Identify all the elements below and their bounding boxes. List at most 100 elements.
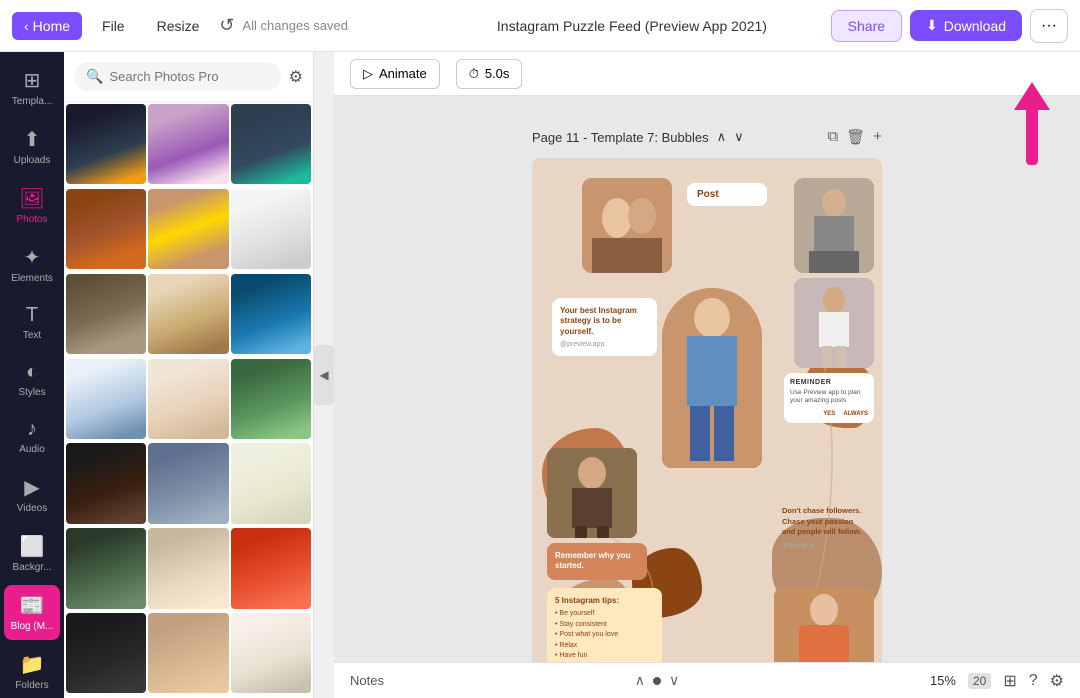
sidebar-item-audio[interactable]: ♪ Audio [4, 410, 60, 463]
photo-panel: 🔍 ⚙ [64, 52, 314, 698]
quote-text: Your best Instagram strategy is to be yo… [560, 306, 649, 337]
chevron-up-nav-icon[interactable]: ∧ [635, 672, 645, 689]
template-inner: Dream Create Post [532, 158, 882, 662]
photo-thumb[interactable] [66, 528, 146, 608]
sidebar-item-folders[interactable]: 📁 Folders [4, 644, 60, 698]
photo-thumb[interactable] [231, 613, 311, 693]
animate-button[interactable]: ▷ Animate [350, 59, 440, 89]
photo-thumb[interactable] [66, 189, 146, 269]
file-button[interactable]: File [90, 12, 137, 40]
dont-chase-card: Don't chase followers. Chase your passio… [774, 498, 874, 557]
notes-bar: Notes ∧ ∨ 15% 20 ⊞ ? ⚙ [334, 662, 1080, 698]
sidebar-item-label: Photos [16, 214, 47, 225]
photo-thumb[interactable] [66, 359, 146, 439]
sidebar-item-label: Videos [17, 503, 47, 514]
template-photo-couple[interactable] [582, 178, 672, 273]
settings-icon[interactable]: ⚙ [1050, 671, 1064, 691]
dont-chase-handle: @design.ai [782, 542, 866, 549]
sidebar-item-label: Styles [18, 387, 45, 398]
photo-thumb[interactable] [148, 274, 228, 354]
share-button[interactable]: Share [831, 10, 902, 42]
undo-button[interactable]: ↺ [219, 15, 234, 36]
photo-grid [64, 102, 313, 698]
chevron-left-icon: ‹ [24, 18, 29, 34]
notes-navigation: ∧ ∨ [635, 672, 680, 689]
add-page-icon[interactable]: + [873, 128, 882, 146]
audio-icon: ♪ [27, 418, 37, 441]
template-photo-woman-floral[interactable] [774, 588, 874, 662]
more-options-button[interactable]: ··· [1030, 9, 1068, 43]
sidebar-item-label: Audio [19, 444, 45, 455]
sidebar-item-photos[interactable]: 🖼 Photos [4, 178, 60, 233]
template-photo-woman-jeans[interactable] [662, 288, 762, 468]
delete-page-icon[interactable]: 🗑 [846, 128, 865, 146]
notes-page-indicator [653, 677, 661, 685]
template-photo-woman-laptop[interactable] [794, 178, 874, 273]
template-card-11[interactable]: Dream Create Post [532, 158, 882, 662]
reminder-title: REMINDER [790, 379, 868, 386]
time-button[interactable]: ⏱ 5.0s [456, 59, 523, 89]
yes-button[interactable]: YES [823, 411, 835, 417]
grid-view-icon[interactable]: ⊞ [1003, 671, 1016, 691]
sidebar-item-videos[interactable]: ▶ Videos [4, 467, 60, 522]
photo-thumb[interactable] [231, 359, 311, 439]
chevron-down-icon[interactable]: ∨ [734, 129, 744, 145]
photo-thumb[interactable] [231, 274, 311, 354]
template-photo-man-street[interactable] [547, 448, 637, 538]
reminder-text: Use Preview app to plan your amazing pos… [790, 389, 868, 406]
resize-button[interactable]: Resize [145, 12, 212, 40]
zoom-level: 15% [930, 673, 956, 688]
photo-thumb[interactable] [66, 443, 146, 523]
sidebar-item-styles[interactable]: ◐ Styles [4, 353, 60, 406]
sidebar-item-background[interactable]: ⬜ Backgr... [4, 526, 60, 581]
template-photo-woman-standing[interactable] [794, 278, 874, 368]
chevron-left-icon: ◀ [319, 368, 328, 382]
search-input[interactable] [109, 69, 268, 84]
sidebar-item-uploads[interactable]: ⬆ Uploads [4, 119, 60, 174]
photo-thumb[interactable] [231, 443, 311, 523]
styles-icon: ◐ [26, 361, 38, 384]
filter-icon[interactable]: ⚙ [289, 67, 303, 87]
help-icon[interactable]: ? [1029, 672, 1038, 690]
photo-thumb[interactable] [148, 443, 228, 523]
page-label-icons: ⧉ 🗑 + [827, 128, 882, 146]
photo-thumb[interactable] [148, 189, 228, 269]
photo-thumb[interactable] [148, 359, 228, 439]
collapse-panel-button[interactable]: ◀ [314, 345, 334, 405]
reminder-card: REMINDER Use Preview app to plan your am… [784, 373, 874, 423]
tips-list: • Be yourself• Stay consistent• Post wha… [555, 609, 654, 662]
home-button[interactable]: ‹ Home [12, 12, 82, 40]
photo-thumb[interactable] [148, 528, 228, 608]
always-button[interactable]: ALWAYS [843, 411, 868, 417]
blog-icon: 📰 [20, 593, 45, 618]
tips-title: 5 Instagram tips: [555, 596, 654, 605]
canvas-scroll[interactable]: Page 11 - Template 7: Bubbles ∧ ∨ ⧉ 🗑 + [334, 96, 1080, 662]
sidebar-item-elements[interactable]: ✦ Elements [4, 237, 60, 292]
uploads-icon: ⬆ [24, 127, 41, 152]
page-label-left: Page 11 - Template 7: Bubbles ∧ ∨ [532, 129, 744, 145]
photo-thumb[interactable] [231, 189, 311, 269]
download-button[interactable]: ⬇ Download [910, 10, 1022, 41]
chevron-down-nav-icon[interactable]: ∨ [669, 672, 679, 689]
photo-thumb[interactable] [231, 528, 311, 608]
photo-thumb[interactable] [148, 613, 228, 693]
folders-icon: 📁 [20, 652, 45, 677]
videos-icon: ▶ [24, 475, 39, 500]
sidebar-item-text[interactable]: T Text [4, 296, 60, 349]
saved-status: All changes saved [242, 18, 433, 33]
chevron-up-icon[interactable]: ∧ [717, 129, 727, 145]
sidebar-item-label: Uploads [14, 155, 51, 166]
sidebar-item-templates[interactable]: ⊞ Templa... [4, 60, 60, 115]
notes-label: Notes [350, 673, 384, 688]
sidebar-item-blog[interactable]: 📰 Blog (M... [4, 585, 60, 640]
photo-thumb[interactable] [148, 104, 228, 184]
sidebar-item-label: Backgr... [13, 562, 52, 573]
post-card: Post [687, 183, 767, 206]
page-label-11: Page 11 - Template 7: Bubbles ∧ ∨ ⧉ 🗑 + [532, 128, 882, 146]
top-bar: ‹ Home File Resize ↺ All changes saved I… [0, 0, 1080, 52]
photo-thumb[interactable] [66, 274, 146, 354]
copy-page-icon[interactable]: ⧉ [827, 128, 838, 146]
photo-thumb[interactable] [66, 613, 146, 693]
photo-thumb[interactable] [66, 104, 146, 184]
photo-thumb[interactable] [231, 104, 311, 184]
